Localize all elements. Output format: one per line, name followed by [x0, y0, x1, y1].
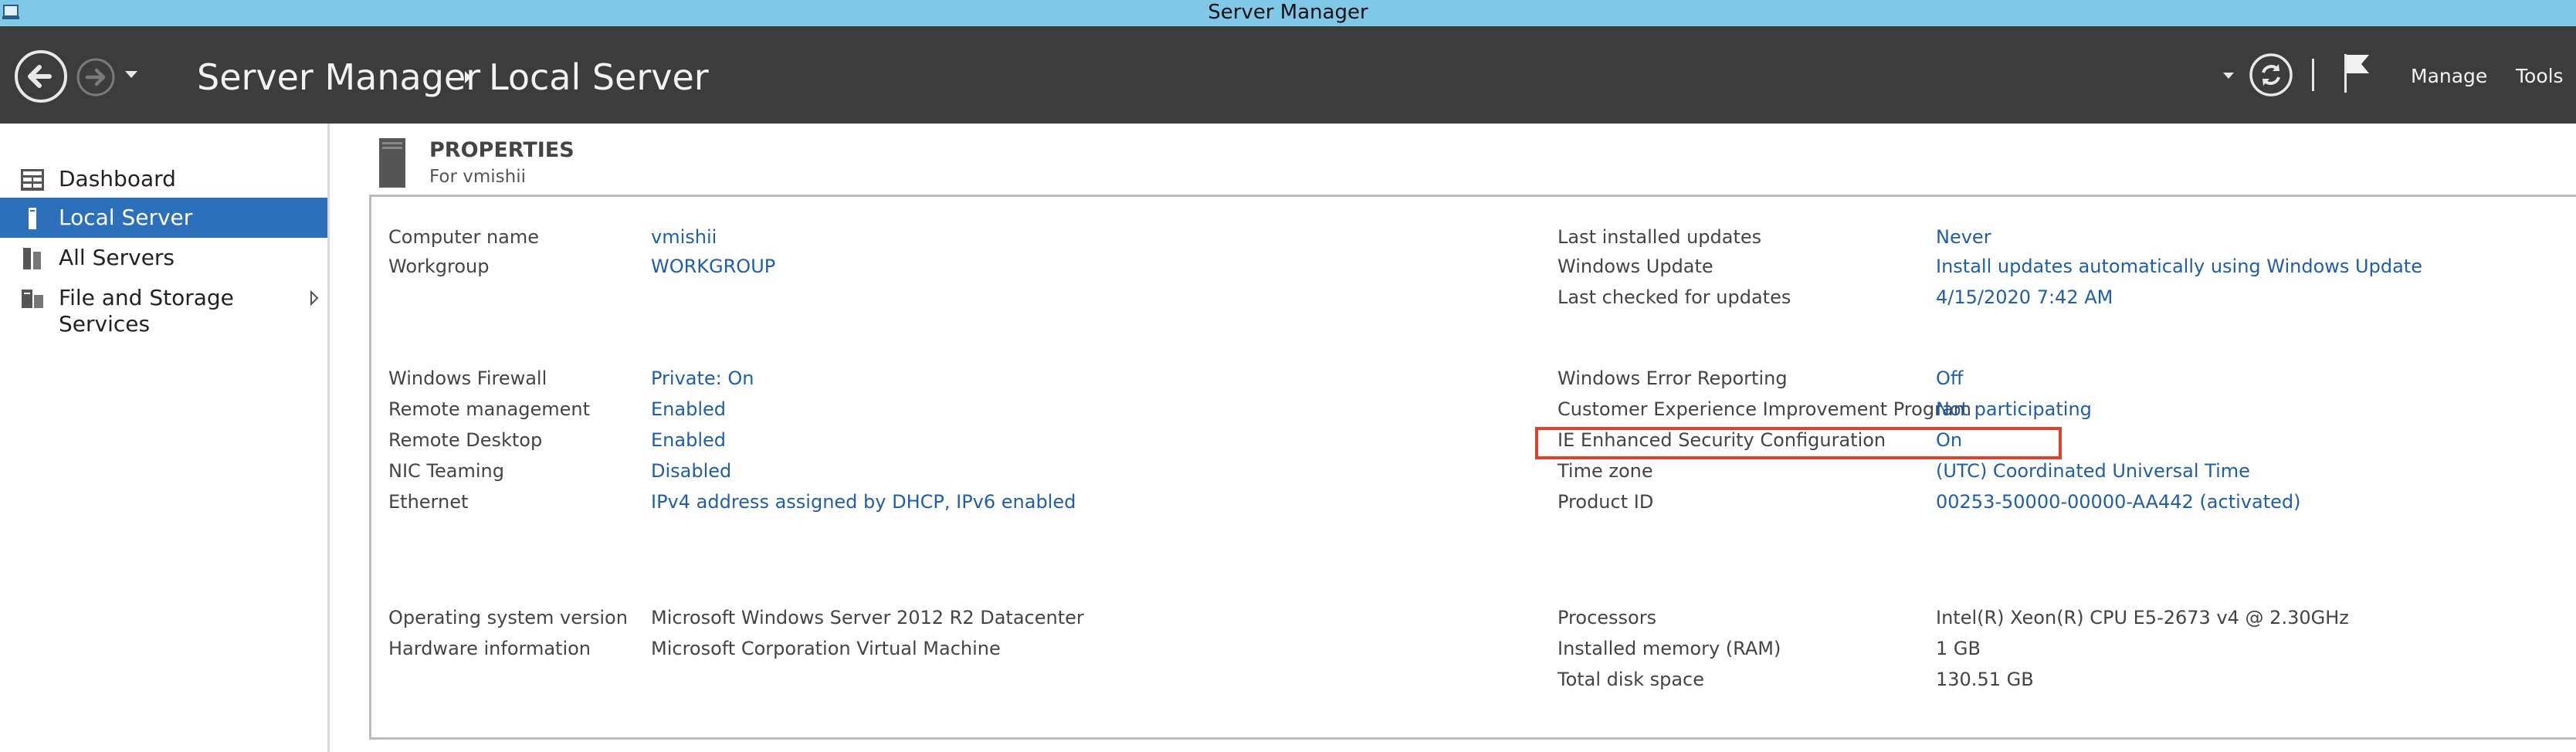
- sidebar-item-label: All Servers: [59, 245, 175, 270]
- sidebar: Dashboard Local Server All Servers File …: [0, 124, 330, 752]
- property-value: Intel(R) Xeon(R) CPU E5-2673 v4 @ 2.30GH…: [1936, 607, 2349, 628]
- property-computer-name: Computer name vmishii: [388, 223, 1238, 251]
- all-servers-icon: [23, 248, 41, 269]
- property-windows-firewall: Windows Firewall Private: On: [388, 364, 1238, 392]
- property-label: Operating system version: [388, 607, 628, 628]
- property-value-link[interactable]: Private: On: [651, 364, 754, 392]
- property-product-id: Product ID 00253-50000-00000-AA442 (acti…: [1557, 488, 2407, 516]
- property-label: Windows Error Reporting: [1557, 368, 1788, 389]
- notifications-flag-icon[interactable]: [2340, 51, 2375, 96]
- server-manager-app-icon[interactable]: [2, 3, 22, 22]
- property-label: Remote management: [388, 398, 590, 420]
- property-label: Last checked for updates: [1557, 286, 1791, 308]
- forward-arrow-icon[interactable]: [76, 57, 116, 97]
- property-label: Installed memory (RAM): [1557, 638, 1781, 659]
- sidebar-item-file-and-storage-services[interactable]: File and Storage Services: [0, 278, 330, 337]
- property-remote-desktop: Remote Desktop Enabled: [388, 426, 1238, 454]
- breadcrumb-separator-icon: [465, 71, 471, 83]
- property-value-link[interactable]: Install updates automatically using Wind…: [1936, 252, 2422, 280]
- property-total-disk-space: Total disk space 130.51 GB: [1557, 666, 2407, 693]
- property-label: Last installed updates: [1557, 226, 1762, 248]
- property-windows-update: Windows Update Install updates automatic…: [1557, 252, 2422, 280]
- property-label: Customer Experience Improvement Program: [1557, 398, 1972, 420]
- property-hardware-information: Hardware information Microsoft Corporati…: [388, 635, 1238, 662]
- property-value-link[interactable]: Not participating: [1936, 395, 2092, 423]
- highlight-box: [1535, 427, 2062, 459]
- property-label: Hardware information: [388, 638, 591, 659]
- dashboard-icon: [21, 169, 44, 191]
- sidebar-item-label: Dashboard: [59, 166, 176, 191]
- property-value-link[interactable]: Enabled: [651, 426, 726, 454]
- sidebar-item-all-servers[interactable]: All Servers: [0, 238, 330, 278]
- property-workgroup: Workgroup WORKGROUP: [388, 252, 1238, 280]
- manage-menu[interactable]: Manage: [2411, 63, 2487, 90]
- property-label: Remote Desktop: [388, 429, 543, 451]
- refresh-dropdown-icon[interactable]: [2221, 68, 2236, 83]
- breadcrumb-local-server: Local Server: [489, 56, 709, 98]
- server-tower-icon: [379, 138, 405, 188]
- history-dropdown-icon[interactable]: [122, 65, 141, 83]
- property-value: 130.51 GB: [1936, 669, 2034, 690]
- property-os-version: Operating system version Microsoft Windo…: [388, 604, 1238, 632]
- property-value-link[interactable]: Disabled: [651, 457, 731, 485]
- property-value: Microsoft Corporation Virtual Machine: [651, 638, 1001, 659]
- property-value: Microsoft Windows Server 2012 R2 Datacen…: [651, 607, 1084, 628]
- header-divider: [2312, 59, 2314, 91]
- property-value: 1 GB: [1936, 638, 1981, 659]
- back-arrow-icon[interactable]: [14, 49, 68, 103]
- properties-title: PROPERTIES: [429, 138, 575, 162]
- property-ethernet: Ethernet IPv4 address assigned by DHCP, …: [388, 488, 1238, 516]
- storage-icon: [22, 290, 43, 308]
- sidebar-item-label: File and Storage Services: [59, 285, 234, 337]
- expand-arrow-icon[interactable]: [309, 289, 320, 307]
- property-value-link[interactable]: (UTC) Coordinated Universal Time: [1936, 457, 2250, 485]
- properties-panel: Computer name vmishii Workgroup WORKGROU…: [369, 195, 2576, 740]
- sidebar-item-label: Local Server: [59, 205, 193, 230]
- window-title: Server Manager: [1208, 1, 1368, 24]
- property-value-link[interactable]: WORKGROUP: [651, 252, 775, 280]
- property-value-link[interactable]: 4/15/2020 7:42 AM: [1936, 283, 2113, 311]
- property-value-link[interactable]: IPv4 address assigned by DHCP, IPv6 enab…: [651, 488, 1076, 516]
- property-last-checked-for-updates: Last checked for updates 4/15/2020 7:42 …: [1557, 283, 2407, 311]
- property-time-zone: Time zone (UTC) Coordinated Universal Ti…: [1557, 457, 2407, 485]
- breadcrumb-server-manager[interactable]: Server Manager: [197, 54, 480, 100]
- property-value-link[interactable]: 00253-50000-00000-AA442 (activated): [1936, 488, 2300, 516]
- property-label: Computer name: [388, 226, 539, 248]
- property-value-link[interactable]: vmishii: [651, 223, 717, 251]
- property-remote-management: Remote management Enabled: [388, 395, 1238, 423]
- property-label: Workgroup: [388, 256, 490, 277]
- property-value-link[interactable]: Enabled: [651, 395, 726, 423]
- property-windows-error-reporting: Windows Error Reporting Off: [1557, 364, 2407, 392]
- refresh-icon[interactable]: [2249, 53, 2293, 97]
- property-label: Time zone: [1557, 460, 1653, 482]
- property-label: Total disk space: [1557, 669, 1705, 690]
- property-label: Product ID: [1557, 491, 1654, 513]
- header-bar: Server Manager Local Server Manage Tools: [0, 26, 2576, 124]
- property-last-installed-updates: Last installed updates Never: [1557, 223, 2407, 251]
- property-processors: Processors Intel(R) Xeon(R) CPU E5-2673 …: [1557, 604, 2407, 632]
- property-label: Ethernet: [388, 491, 469, 513]
- property-installed-memory: Installed memory (RAM) 1 GB: [1557, 635, 2407, 662]
- property-label: Windows Firewall: [388, 368, 547, 389]
- property-label: NIC Teaming: [388, 460, 504, 482]
- local-server-icon: [29, 208, 36, 229]
- tools-menu[interactable]: Tools: [2516, 63, 2564, 90]
- property-nic-teaming: NIC Teaming Disabled: [388, 457, 1238, 485]
- property-customer-experience-improvement-program: Customer Experience Improvement Program …: [1557, 395, 2407, 423]
- sidebar-item-local-server[interactable]: Local Server: [0, 198, 327, 238]
- property-label: Processors: [1557, 607, 1657, 628]
- property-value-link[interactable]: Off: [1936, 364, 1963, 392]
- property-label: Windows Update: [1557, 256, 1713, 277]
- sidebar-item-dashboard[interactable]: Dashboard: [0, 159, 330, 199]
- title-bar: Server Manager: [0, 0, 2576, 26]
- properties-subtitle: For vmishii: [429, 167, 526, 187]
- property-value-link[interactable]: Never: [1936, 223, 1991, 251]
